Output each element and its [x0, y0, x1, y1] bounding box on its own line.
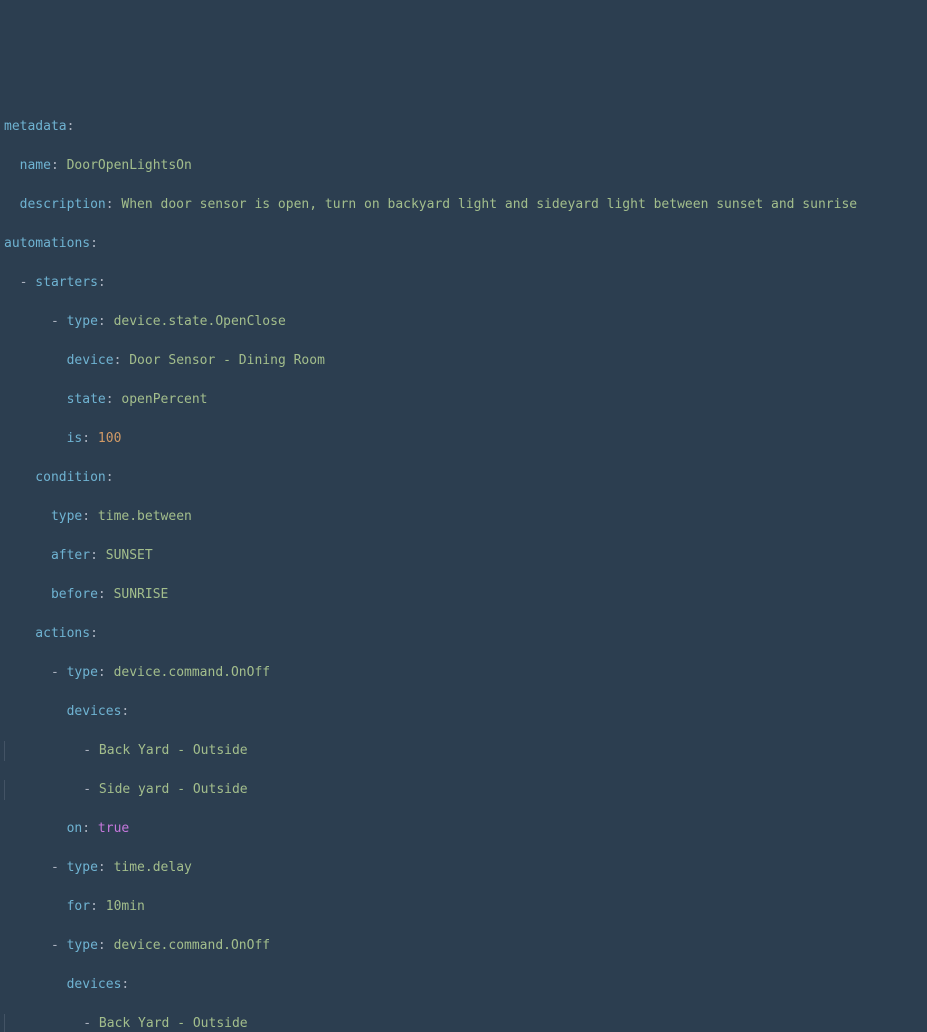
- yaml-value: device.state.OpenClose: [114, 314, 286, 329]
- yaml-value: SUNSET: [106, 548, 153, 563]
- dash-icon: -: [83, 743, 91, 758]
- yaml-key: name: [20, 158, 51, 173]
- yaml-value: device.command.OnOff: [114, 938, 271, 953]
- code-line: automations:: [4, 234, 927, 254]
- dash-icon: -: [51, 938, 59, 953]
- yaml-key: description: [20, 197, 106, 212]
- code-line: for: 10min: [4, 897, 927, 917]
- code-line: is: 100: [4, 429, 927, 449]
- yaml-key: devices: [67, 704, 122, 719]
- code-line: on: true: [4, 819, 927, 839]
- yaml-key: metadata: [4, 119, 67, 134]
- code-line: devices:: [4, 702, 927, 722]
- code-line: - type: device.state.OpenClose: [4, 312, 927, 332]
- yaml-value: time.between: [98, 509, 192, 524]
- code-line: metadata:: [4, 117, 927, 137]
- yaml-value: Back Yard - Outside: [99, 1016, 248, 1031]
- code-line: - Back Yard - Outside: [4, 741, 927, 761]
- code-line: after: SUNSET: [4, 546, 927, 566]
- yaml-key: type: [67, 860, 98, 875]
- yaml-value: true: [98, 821, 129, 836]
- yaml-key: on: [67, 821, 83, 836]
- yaml-key: type: [51, 509, 82, 524]
- dash-icon: -: [83, 1016, 91, 1031]
- yaml-key: is: [67, 431, 83, 446]
- yaml-key: automations: [4, 236, 90, 251]
- code-line: - Back Yard - Outside: [4, 1014, 927, 1032]
- yaml-value: 10min: [106, 899, 145, 914]
- dash-icon: -: [20, 275, 28, 290]
- yaml-key: after: [51, 548, 90, 563]
- yaml-key: state: [67, 392, 106, 407]
- yaml-key: before: [51, 587, 98, 602]
- yaml-key: for: [67, 899, 90, 914]
- yaml-code-editor[interactable]: metadata: name: DoorOpenLightsOn descrip…: [0, 78, 927, 594]
- code-line: state: openPercent: [4, 390, 927, 410]
- yaml-value: time.delay: [114, 860, 192, 875]
- yaml-value: When door sensor is open, turn on backya…: [121, 197, 857, 212]
- code-line: device: Door Sensor - Dining Room: [4, 351, 927, 371]
- code-line: name: DoorOpenLightsOn: [4, 156, 927, 176]
- code-line: before: SUNRISE: [4, 585, 927, 605]
- code-line: devices:: [4, 975, 927, 995]
- yaml-value: Side yard - Outside: [99, 782, 248, 797]
- dash-icon: -: [51, 314, 59, 329]
- code-line: - type: device.command.OnOff: [4, 936, 927, 956]
- yaml-value: 100: [98, 431, 121, 446]
- yaml-value: DoorOpenLightsOn: [67, 158, 192, 173]
- yaml-key: condition: [35, 470, 105, 485]
- yaml-value: Back Yard - Outside: [99, 743, 248, 758]
- yaml-key: starters: [35, 275, 98, 290]
- code-line: actions:: [4, 624, 927, 644]
- dash-icon: -: [51, 665, 59, 680]
- yaml-key: devices: [67, 977, 122, 992]
- yaml-key: actions: [35, 626, 90, 641]
- yaml-value: openPercent: [121, 392, 207, 407]
- code-line: - type: time.delay: [4, 858, 927, 878]
- code-line: - starters:: [4, 273, 927, 293]
- code-line: - type: device.command.OnOff: [4, 663, 927, 683]
- code-line: description: When door sensor is open, t…: [4, 195, 927, 215]
- dash-icon: -: [83, 782, 91, 797]
- yaml-key: type: [67, 314, 98, 329]
- yaml-value: device.command.OnOff: [114, 665, 271, 680]
- dash-icon: -: [51, 860, 59, 875]
- yaml-key: type: [67, 938, 98, 953]
- yaml-value: Door Sensor - Dining Room: [129, 353, 325, 368]
- code-line: condition:: [4, 468, 927, 488]
- yaml-value: SUNRISE: [114, 587, 169, 602]
- code-line: type: time.between: [4, 507, 927, 527]
- yaml-key: device: [67, 353, 114, 368]
- code-line: - Side yard - Outside: [4, 780, 927, 800]
- yaml-key: type: [67, 665, 98, 680]
